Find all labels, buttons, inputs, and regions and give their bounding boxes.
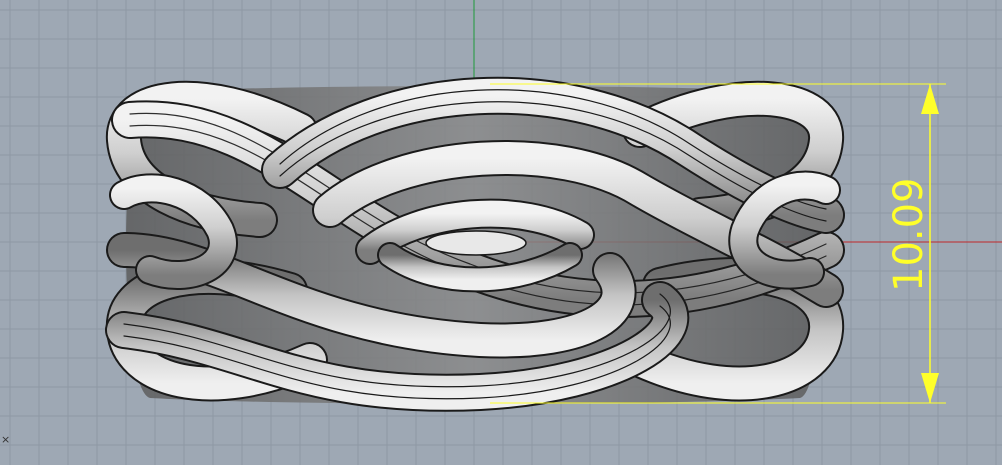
ring-center-opening bbox=[425, 230, 527, 256]
perspective-viewport[interactable]: 10.09 × bbox=[0, 0, 1002, 465]
dimension-value[interactable]: 10.09 bbox=[886, 177, 932, 292]
origin-marker-icon: × bbox=[1, 433, 11, 446]
dimension-arrow-top bbox=[921, 84, 939, 114]
woven-ring-model[interactable] bbox=[105, 76, 845, 412]
viewport-canvas[interactable]: 10.09 bbox=[0, 0, 1002, 465]
dimension-arrow-bottom bbox=[921, 373, 939, 403]
